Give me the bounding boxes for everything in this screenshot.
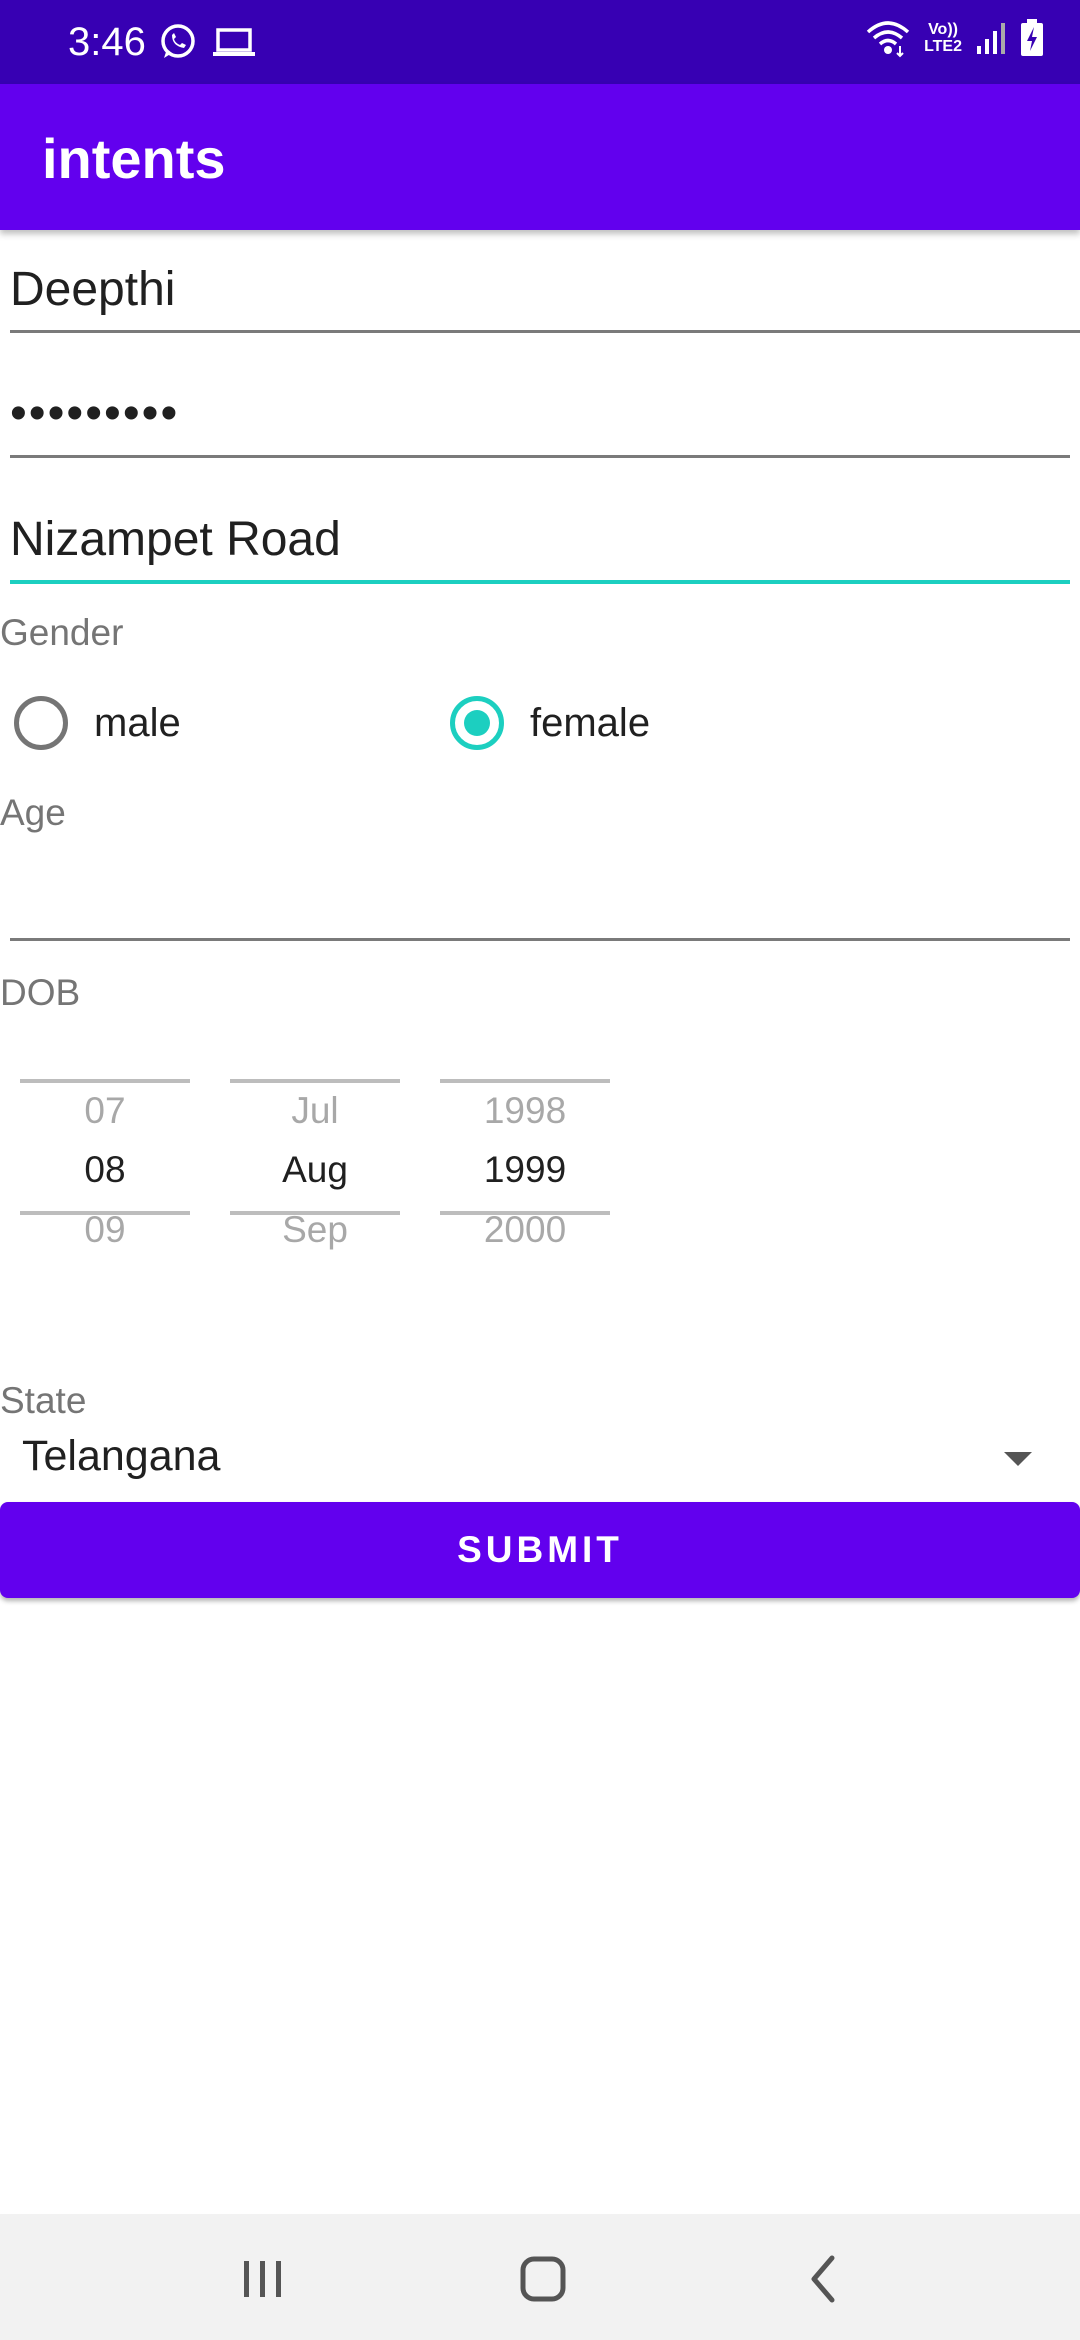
month-selected[interactable]: Aug bbox=[230, 1149, 400, 1191]
month-divider-top bbox=[230, 1079, 400, 1083]
day-prev[interactable]: 07 bbox=[20, 1090, 190, 1132]
radio-female-label[interactable]: female bbox=[530, 701, 650, 746]
gender-label: Gender bbox=[0, 612, 124, 653]
status-time: 3:46 bbox=[68, 20, 146, 64]
state-spinner[interactable]: Telangana bbox=[0, 1420, 1080, 1500]
navigation-bar bbox=[0, 2214, 1080, 2340]
day-divider-bottom bbox=[20, 1211, 190, 1215]
status-bar: 3:46 Vo)) LTE2 bbox=[0, 0, 1080, 84]
signal-icon bbox=[977, 23, 1005, 54]
home-icon[interactable] bbox=[508, 2244, 578, 2314]
app-title: intents bbox=[42, 127, 226, 190]
month-next[interactable]: Sep bbox=[230, 1209, 400, 1251]
address-field-underline bbox=[10, 580, 1070, 584]
state-spinner-value[interactable]: Telangana bbox=[22, 1432, 220, 1481]
submit-button[interactable]: SUBMIT bbox=[0, 1502, 1080, 1598]
status-left-icons bbox=[158, 22, 256, 62]
gender-radio-group: male female bbox=[0, 686, 1080, 760]
password-field-underline bbox=[10, 455, 1070, 458]
name-field[interactable]: Deepthi bbox=[10, 262, 175, 317]
day-next[interactable]: 09 bbox=[20, 1209, 190, 1251]
radio-male[interactable]: male bbox=[14, 686, 181, 760]
back-icon[interactable] bbox=[790, 2244, 860, 2314]
password-field[interactable]: ••••••••• bbox=[10, 386, 179, 441]
radio-female[interactable]: female bbox=[450, 686, 650, 760]
day-picker[interactable]: 07 08 09 bbox=[20, 1060, 190, 1250]
network-type-label: Vo)) LTE2 bbox=[924, 21, 962, 55]
dropdown-arrow-icon[interactable] bbox=[1004, 1452, 1032, 1466]
laptop-icon bbox=[213, 28, 255, 56]
dob-label: DOB bbox=[0, 972, 81, 1013]
year-selected[interactable]: 1999 bbox=[440, 1149, 610, 1191]
name-field-underline bbox=[10, 330, 1080, 333]
wifi-icon bbox=[866, 21, 910, 58]
month-prev[interactable]: Jul bbox=[230, 1090, 400, 1132]
year-picker[interactable]: 1998 1999 2000 bbox=[440, 1060, 610, 1250]
year-divider-bottom bbox=[440, 1211, 610, 1215]
day-selected[interactable]: 08 bbox=[20, 1149, 190, 1191]
year-prev[interactable]: 1998 bbox=[440, 1090, 610, 1132]
radio-female-circle[interactable] bbox=[450, 696, 504, 750]
age-field-underline bbox=[10, 938, 1070, 941]
age-label: Age bbox=[0, 792, 66, 833]
recent-apps-icon[interactable] bbox=[228, 2244, 298, 2314]
month-picker[interactable]: Jul Aug Sep bbox=[230, 1060, 400, 1250]
year-divider-top bbox=[440, 1079, 610, 1083]
whatsapp-icon bbox=[161, 24, 195, 58]
address-field[interactable]: Nizampet Road bbox=[10, 512, 341, 567]
battery-charging-icon bbox=[1021, 19, 1043, 56]
month-divider-bottom bbox=[230, 1211, 400, 1215]
radio-male-label[interactable]: male bbox=[94, 701, 181, 746]
state-label: State bbox=[0, 1380, 87, 1421]
app-bar: intents bbox=[0, 84, 1080, 230]
status-right-icons: Vo)) LTE2 bbox=[866, 18, 1044, 58]
radio-male-circle[interactable] bbox=[14, 696, 68, 750]
year-next[interactable]: 2000 bbox=[440, 1209, 610, 1251]
day-divider-top bbox=[20, 1079, 190, 1083]
